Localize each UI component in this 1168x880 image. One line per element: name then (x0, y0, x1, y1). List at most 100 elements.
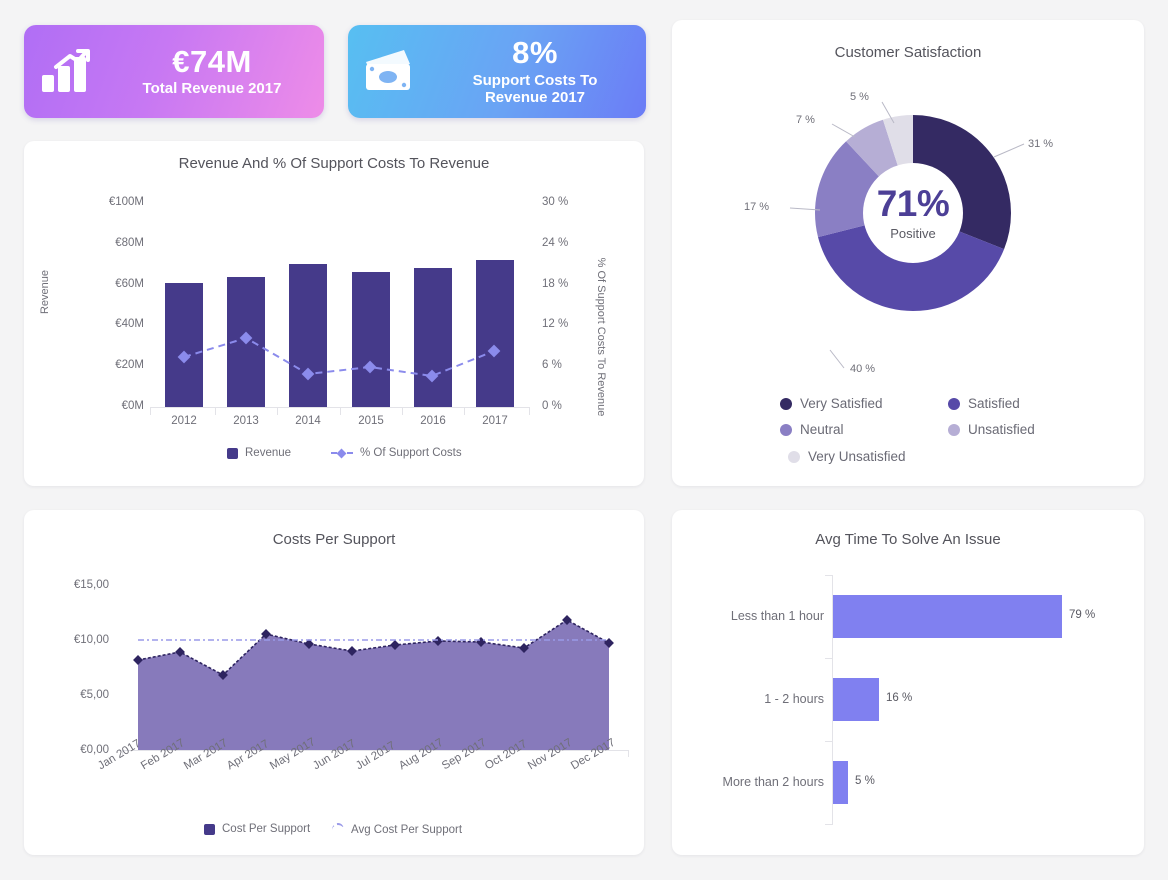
chart-card-customer-satisfaction: Customer Satisfaction 71% Positive 31 % … (672, 20, 1144, 486)
legend-item-very-unsatisfied[interactable]: Very Unsatisfied (788, 449, 906, 464)
y-tick: €20M (115, 359, 144, 371)
legend-label: Neutral (800, 422, 844, 437)
x-tick-label: 2014 (295, 415, 321, 427)
donut-center-value: 71% (876, 183, 950, 224)
legend-dot (780, 397, 792, 410)
y-tick: €0M (121, 400, 144, 412)
y-axis-tick (825, 741, 832, 742)
kpi-label-line1: Support Costs To (472, 72, 598, 90)
hbar-value-label: 16 % (886, 692, 913, 704)
legend-label: % Of Support Costs (360, 447, 462, 459)
donut-center-label: Positive (890, 226, 936, 241)
chart-card-costs-per-support: Costs Per Support €15,00 €10,00 €5,00 €0… (24, 510, 644, 855)
donut-value-label-5: 5 % (850, 91, 869, 103)
x-axis-tick (402, 407, 403, 415)
donut-center: 71% Positive (863, 163, 963, 263)
legend-dot (780, 423, 792, 436)
donut-value-label-40: 40 % (850, 363, 876, 375)
legend-swatch (227, 447, 238, 459)
y-tick: €80M (115, 237, 144, 249)
chart-title: Costs Per Support (272, 531, 396, 548)
y2-tick: 12 % (542, 318, 569, 330)
kpi-value: €74M (172, 43, 252, 79)
legend-swatch (204, 823, 215, 835)
kpi-label-line2: Revenue 2017 (484, 88, 586, 106)
kpi-value: 8% (512, 35, 558, 71)
hbar-category-label: More than 2 hours (722, 775, 824, 789)
x-tick-label: 2013 (233, 415, 259, 427)
legend-dot (948, 423, 960, 436)
legend-label: Unsatisfied (968, 422, 1035, 437)
legend-label: Avg Cost Per Support (351, 824, 463, 836)
x-axis-tick (529, 407, 530, 415)
legend-label: Very Satisfied (800, 396, 883, 411)
money-cash-icon (348, 48, 434, 96)
legend-item-neutral[interactable]: Neutral (780, 422, 844, 437)
y2-tick: 30 % (542, 196, 569, 208)
chart-card-revenue-combo: Revenue And % Of Support Costs To Revenu… (24, 141, 644, 486)
legend-item-cost-per-support[interactable]: Cost Per Support (204, 823, 310, 835)
x-tick-label: 2012 (171, 415, 197, 427)
bar-chart-growth-icon (24, 48, 110, 95)
y-tick: €40M (115, 318, 144, 330)
legend-label: Satisfied (968, 396, 1020, 411)
y-axis-tick (825, 824, 832, 825)
kpi-label: Total Revenue 2017 (110, 81, 314, 98)
x-axis-tick (150, 407, 151, 415)
legend-dot (948, 397, 960, 410)
y-axis-tick (825, 658, 832, 659)
donut-chart: 71% Positive (815, 115, 1011, 311)
x-axis-tick (215, 407, 216, 415)
legend-item-very-satisfied[interactable]: Very Satisfied (780, 396, 883, 411)
y-tick: €5,00 (80, 689, 109, 701)
hbar-value-label: 79 % (1069, 609, 1096, 621)
y2-tick: 18 % (542, 278, 569, 290)
x-axis-tick (277, 407, 278, 415)
y2-axis-title: % Of Support Costs To Revenue (595, 257, 607, 417)
legend-label: Revenue (245, 447, 292, 459)
y2-tick: 0 % (542, 400, 562, 412)
legend-item-unsatisfied[interactable]: Unsatisfied (948, 422, 1035, 437)
legend-label: Very Unsatisfied (808, 449, 906, 464)
chart-title: Revenue And % Of Support Costs To Revenu… (178, 155, 490, 172)
x-tick-label: 2017 (482, 415, 508, 427)
hbar-1-2-hours[interactable] (833, 678, 879, 721)
x-tick-label: 2016 (420, 415, 446, 427)
donut-value-label-7: 7 % (796, 114, 815, 126)
kpi-card-support-costs[interactable]: 8% Support Costs To Revenue 2017 (348, 25, 646, 118)
y-axis-title: Revenue (39, 269, 51, 315)
donut-value-label-31: 31 % (1028, 138, 1054, 150)
kpi-label: Support Costs To Revenue 2017 (434, 72, 636, 107)
kpi-card-total-revenue[interactable]: €74M Total Revenue 2017 (24, 25, 324, 118)
y-tick: €10,00 (73, 634, 109, 646)
area-series (133, 615, 614, 750)
x-axis-tick (464, 407, 465, 415)
chart-card-avg-time-to-solve: Avg Time To Solve An Issue Less than 1 h… (672, 510, 1144, 855)
y-tick: €60M (115, 278, 144, 290)
kpi-label-line1: Total Revenue 2017 (142, 80, 282, 98)
hbar-category-label: 1 - 2 hours (764, 692, 824, 706)
dashboard: €74M Total Revenue 2017 8% Support Costs… (0, 0, 1168, 880)
legend-item-satisfied[interactable]: Satisfied (948, 396, 1020, 411)
chart-title: Avg Time To Solve An Issue (815, 531, 1001, 548)
hbar-less-than-1-hour[interactable] (833, 595, 1062, 638)
legend-item-revenue[interactable]: Revenue (227, 447, 291, 459)
donut-value-label-17: 17 % (744, 201, 770, 213)
legend-label: Cost Per Support (222, 823, 311, 835)
legend-dot (788, 450, 800, 463)
hbar-category-label: Less than 1 hour (730, 609, 824, 623)
support-costs-line (177, 331, 501, 383)
legend-item-avg-cost-per-support[interactable]: Avg Cost Per Support (332, 823, 462, 837)
y2-tick: 6 % (542, 359, 562, 371)
y-axis-tick (825, 575, 832, 576)
y2-tick: 24 % (542, 237, 569, 249)
y-tick: €15,00 (73, 579, 109, 591)
legend-item-support-costs[interactable]: % Of Support Costs (331, 447, 462, 459)
y-tick: €100M (108, 196, 144, 208)
hbar-value-label: 5 % (855, 775, 875, 787)
legend-dashed-line (332, 823, 344, 837)
chart-title: Customer Satisfaction (834, 44, 982, 61)
legend-dashed-line (331, 448, 353, 459)
x-tick-label: 2015 (358, 415, 384, 427)
hbar-more-than-2-hours[interactable] (833, 761, 848, 804)
